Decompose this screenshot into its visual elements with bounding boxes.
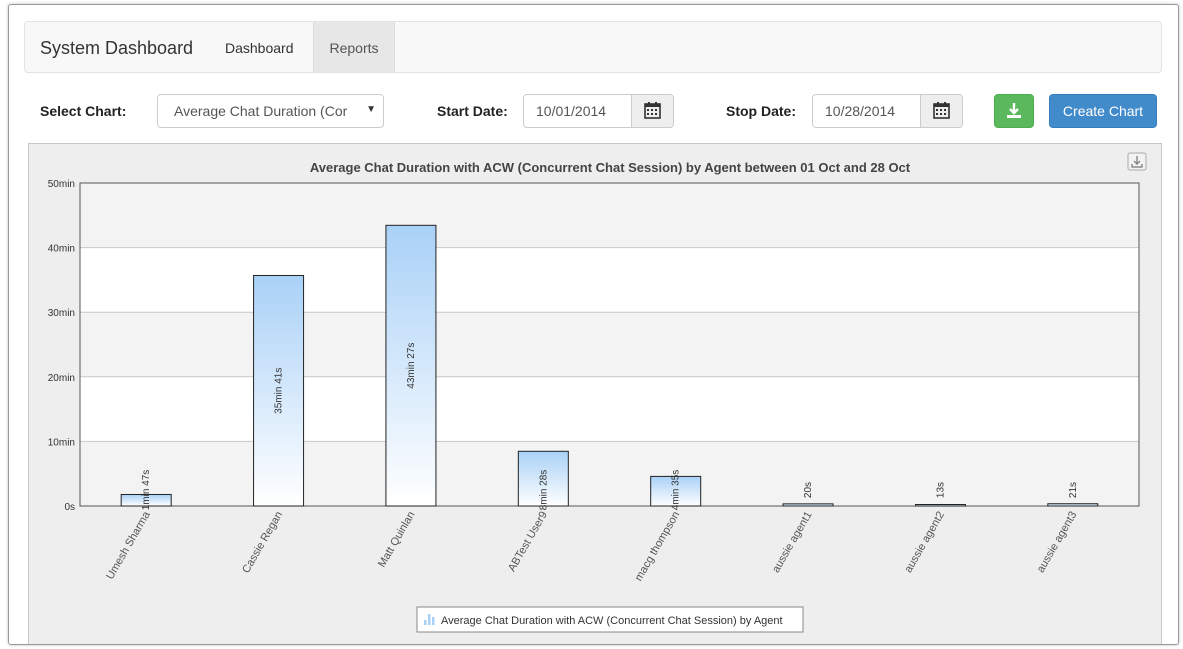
grid-band	[80, 441, 1139, 506]
chart-select-value: Average Chat Duration (Cor	[174, 103, 348, 119]
navbar: System Dashboard Dashboard Reports	[24, 21, 1162, 73]
calendar-button-stop[interactable]	[920, 95, 962, 127]
tab-reports[interactable]: Reports	[313, 22, 395, 72]
download-button[interactable]	[994, 94, 1034, 128]
x-tick-label: aussie agent3	[1035, 510, 1080, 575]
x-axis: Umesh Sharma Cassie Regan Matt Quinlan ABTe…	[104, 509, 1079, 584]
data-label: 8min 28s	[538, 470, 549, 511]
data-label: 1min 47s	[141, 470, 152, 511]
app-window: System Dashboard Dashboard Reports Selec…	[8, 4, 1179, 645]
chart-panel: 0s 10min 20min 30min 40min 50min 1min 47s 35mi…	[28, 143, 1162, 644]
data-label: 21s	[1068, 482, 1079, 498]
chart-title: Average Chat Duration with ACW (Concurre…	[310, 160, 911, 175]
start-date-label: Start Date:	[437, 103, 508, 119]
bar	[914, 504, 966, 507]
y-axis: 0s 10min 20min 30min 40min 50min	[48, 179, 75, 513]
caret-down-icon: ▼	[366, 104, 376, 115]
x-tick-label: macg thompson	[633, 510, 683, 584]
start-date-field[interactable]: 10/01/2014	[523, 94, 674, 128]
calendar-icon	[933, 102, 950, 119]
legend-label: Average Chat Duration with ACW (Concurre…	[441, 615, 783, 627]
data-label: 43min 27s	[406, 343, 417, 389]
y-tick-label: 40min	[48, 244, 75, 255]
y-tick-label: 50min	[48, 179, 75, 190]
grid-band	[80, 312, 1139, 377]
y-tick-label: 30min	[48, 308, 75, 319]
stop-date-value: 10/28/2014	[825, 103, 896, 119]
y-tick-label: 0s	[64, 502, 75, 513]
data-label: 4min 35s	[671, 470, 682, 511]
calendar-button-start[interactable]	[631, 95, 673, 127]
gridlines	[79, 182, 1140, 507]
export-button[interactable]	[1127, 152, 1147, 171]
x-tick-label: ABTest User9	[506, 510, 550, 574]
select-chart-label: Select Chart:	[40, 103, 127, 119]
create-chart-button[interactable]: Create Chart	[1049, 94, 1157, 128]
tab-dashboard[interactable]: Dashboard	[210, 22, 309, 72]
start-date-value: 10/01/2014	[536, 103, 607, 119]
x-tick-label: Matt Quinlan	[376, 510, 418, 570]
bar-chart: 0s 10min 20min 30min 40min 50min 1min 47s 35mi…	[48, 152, 1147, 633]
y-tick-label: 10min	[48, 437, 75, 448]
data-label: 35min 41s	[274, 368, 285, 414]
download-icon	[1007, 103, 1021, 118]
grid-band	[80, 183, 1139, 248]
data-label: 20s	[803, 482, 814, 498]
calendar-icon	[644, 102, 661, 119]
legend[interactable]: Average Chat Duration with ACW (Concurre…	[416, 606, 804, 633]
stop-date-label: Stop Date:	[726, 103, 796, 119]
chart-select[interactable]: Average Chat Duration (Cor ▼	[157, 94, 384, 128]
bar	[782, 503, 834, 507]
y-tick-label: 20min	[48, 373, 75, 384]
x-tick-label: Cassie Regan	[240, 510, 285, 576]
x-tick-label: Umesh Sharma	[104, 509, 153, 582]
data-label: 13s	[935, 482, 946, 498]
stop-date-field[interactable]: 10/28/2014	[812, 94, 963, 128]
x-tick-label: aussie agent1	[770, 510, 815, 575]
x-tick-label: aussie agent2	[902, 510, 947, 575]
bar	[1047, 503, 1099, 507]
brand-title[interactable]: System Dashboard	[40, 38, 193, 59]
